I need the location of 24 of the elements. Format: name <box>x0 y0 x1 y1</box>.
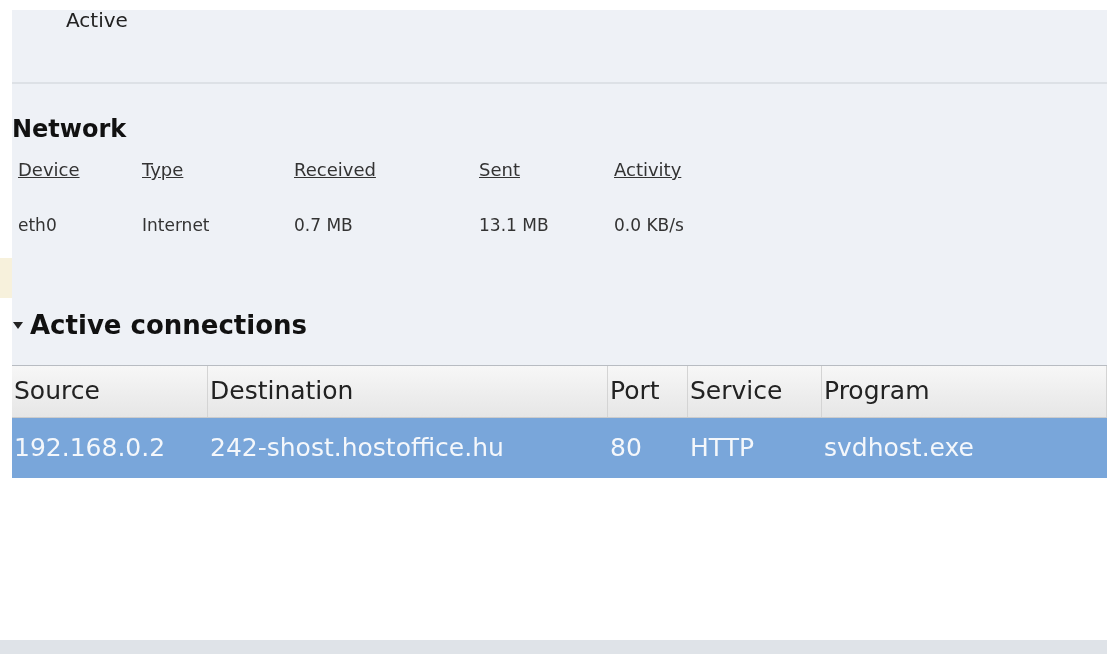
column-header[interactable]: Program <box>822 365 1107 417</box>
table-cell-text: 242-shost.hostoffice.hu <box>210 431 504 464</box>
column-header[interactable]: Activity <box>614 159 682 180</box>
table-cell-text: HTTP <box>690 431 754 464</box>
column-header[interactable]: Received <box>294 159 376 180</box>
table-cell-text: 192.168.0.2 <box>14 431 166 464</box>
status-label: Active <box>66 8 128 32</box>
table-cell: eth0 <box>18 215 57 235</box>
column-header[interactable]: Type <box>142 159 184 180</box>
column-header[interactable]: Sent <box>479 159 520 180</box>
column-header[interactable]: Device <box>18 159 80 180</box>
table-cell: 0.0 KB/s <box>614 215 684 235</box>
section-title: Network <box>12 114 128 144</box>
table-cell-text: svdhost.exe <box>824 431 974 464</box>
table-cell-text: 80 <box>610 431 642 464</box>
column-header[interactable]: Source <box>12 365 208 417</box>
table-cell: 0.7 MB <box>294 215 353 235</box>
column-header[interactable]: Destination <box>208 365 608 417</box>
column-header[interactable]: Service <box>688 365 822 417</box>
side-panel-highlight <box>0 258 12 298</box>
section-title: Active connections <box>30 308 308 341</box>
table-cell: 13.1 MB <box>479 215 549 235</box>
column-header[interactable]: Port <box>608 365 688 417</box>
table-cell: Internet <box>142 215 210 235</box>
